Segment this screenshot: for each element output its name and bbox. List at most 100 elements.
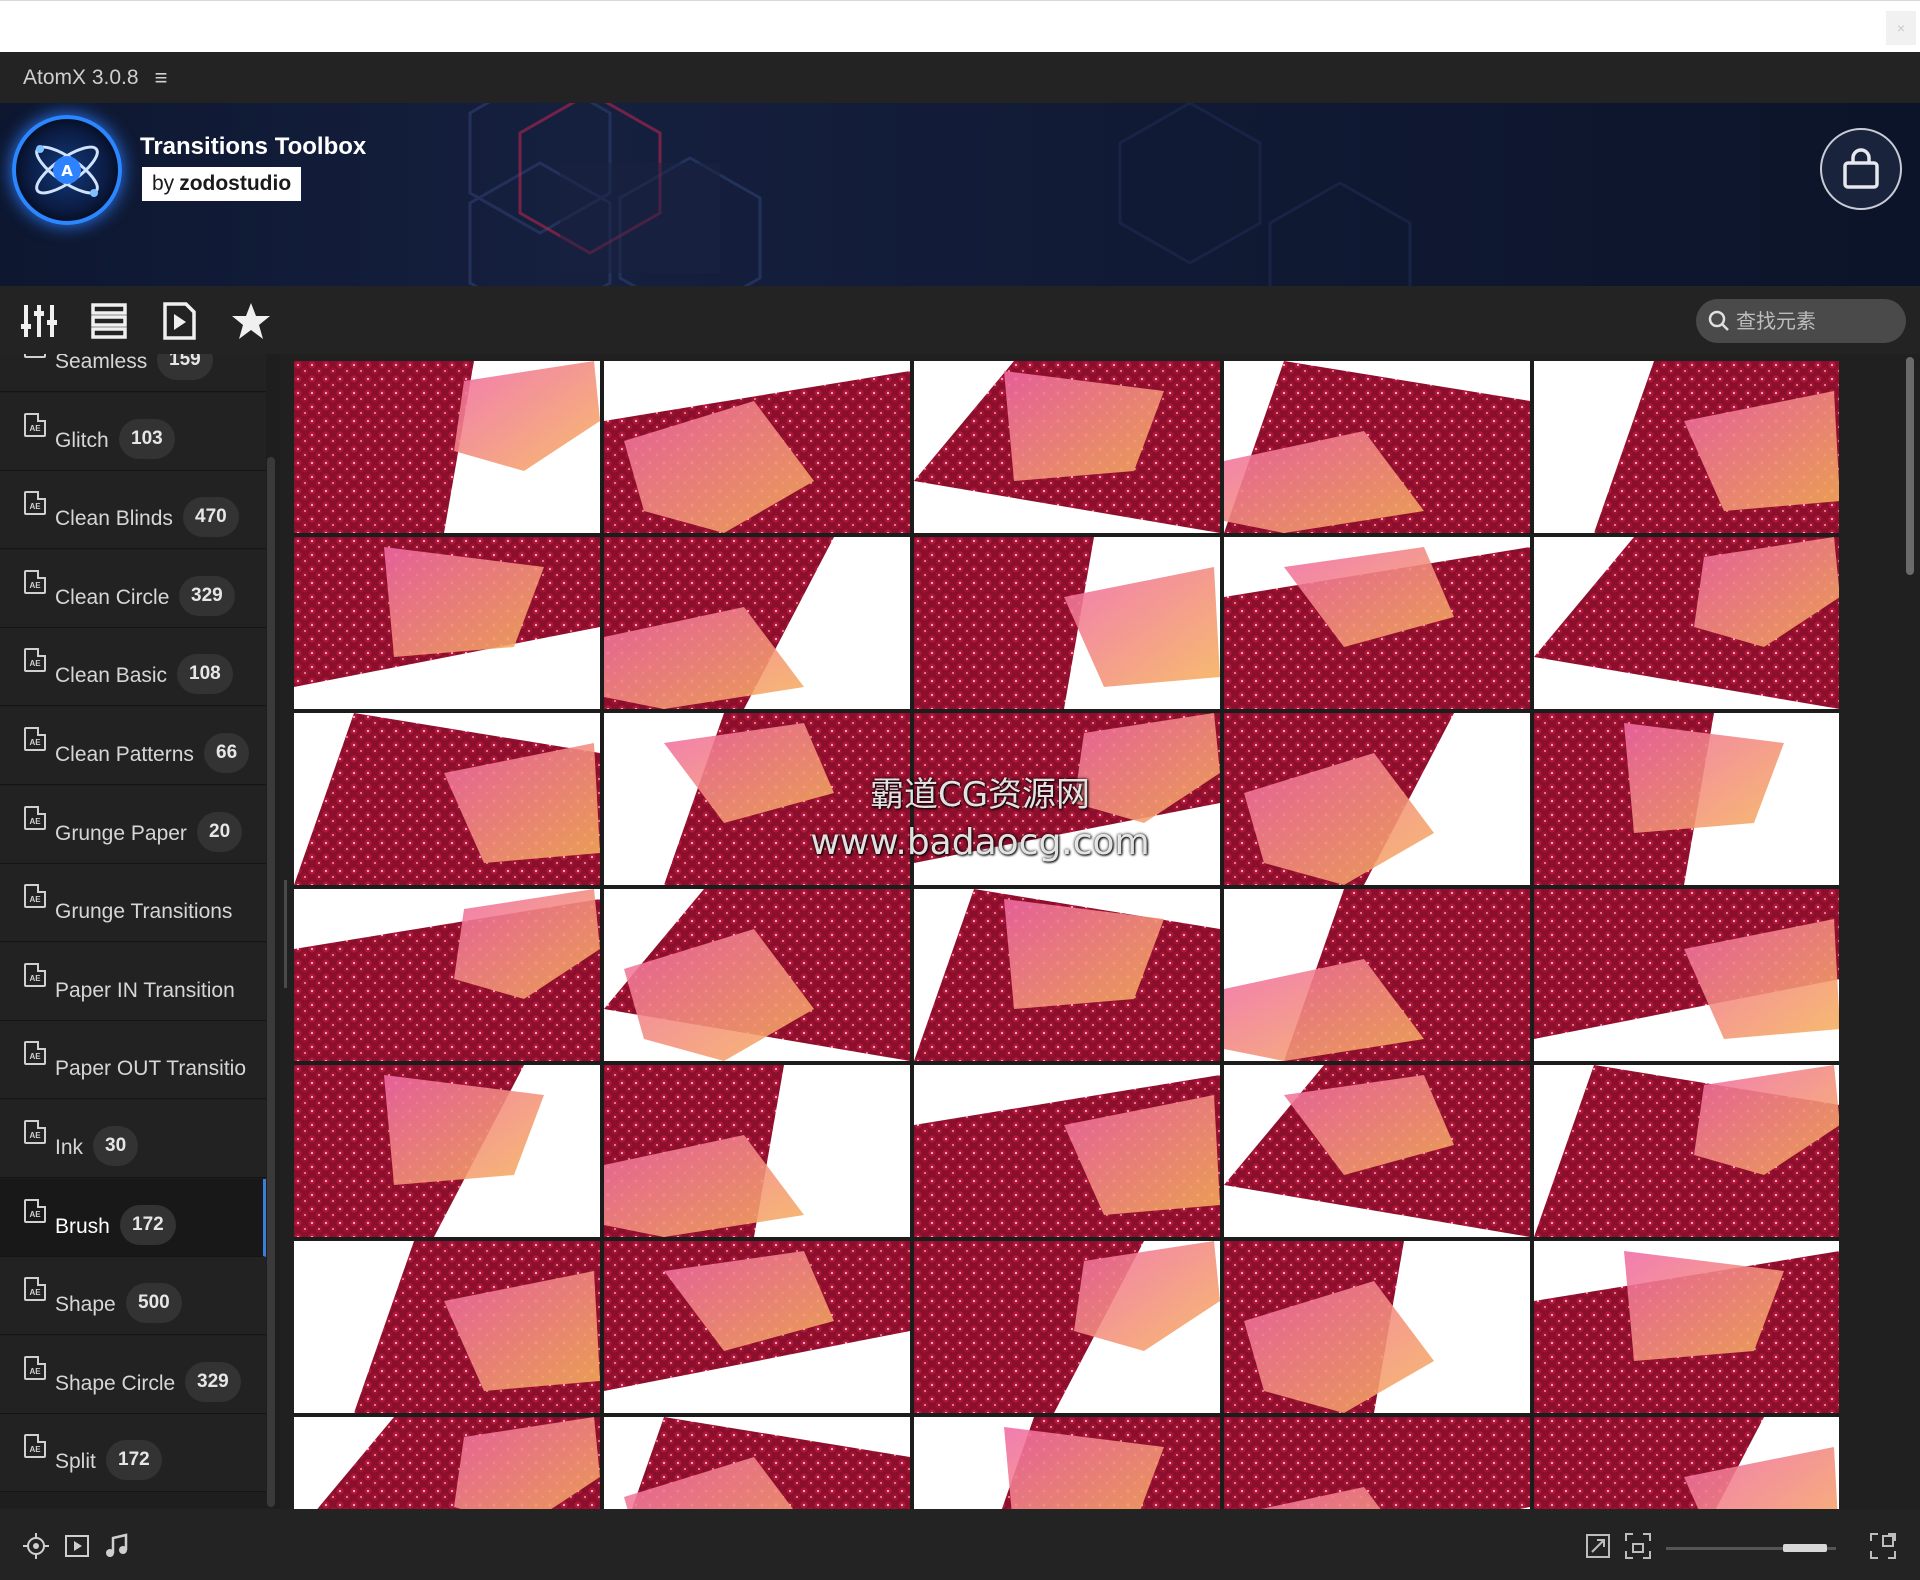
close-button[interactable]: × (1886, 11, 1916, 45)
transition-thumbnail[interactable] (1534, 1241, 1839, 1413)
sidebar-item-count: 20 (197, 812, 243, 852)
transition-thumbnail[interactable] (294, 1241, 600, 1413)
transition-thumbnail[interactable] (1224, 889, 1530, 1061)
sidebar-item-count: 66 (204, 733, 250, 773)
ae-file-icon: AE (24, 1356, 46, 1380)
transition-thumbnail[interactable] (1224, 1241, 1530, 1413)
sidebar-item[interactable]: AE Shape 500 (0, 1257, 266, 1335)
music-note-icon[interactable] (102, 1531, 132, 1561)
sidebar-item[interactable]: AE Seamless 159 (0, 354, 266, 392)
transition-thumbnail[interactable] (294, 889, 600, 1061)
pack-author-badge[interactable]: by zodostudio (142, 167, 302, 201)
sliders-icon[interactable] (18, 300, 60, 342)
fullscreen-icon[interactable] (1868, 1531, 1898, 1561)
sidebar-item[interactable]: AE Clean Basic 108 (0, 628, 266, 706)
store-button[interactable] (1820, 128, 1902, 210)
transition-thumbnail[interactable] (1534, 1417, 1839, 1509)
bottom-bar (0, 1509, 1920, 1580)
transition-grid (294, 361, 1839, 1509)
transition-thumbnail[interactable] (604, 1065, 910, 1237)
sidebar-resize-handle[interactable] (284, 880, 287, 988)
sidebar-item-label: Clean Patterns (55, 743, 194, 766)
transition-thumbnail[interactable] (294, 713, 600, 885)
sidebar-item-label: Shape Circle (55, 1372, 176, 1395)
author-name: zodostudio (179, 172, 292, 195)
grid-scrollbar[interactable] (1906, 357, 1914, 575)
sidebar-item[interactable]: AE Shape Circle 329 (0, 1336, 266, 1414)
video-file-icon[interactable] (158, 300, 200, 342)
transition-thumbnail[interactable] (294, 537, 600, 709)
transition-thumbnail[interactable] (1534, 713, 1839, 885)
ae-file-icon: AE (24, 1434, 46, 1458)
zoom-slider-handle[interactable] (1783, 1544, 1827, 1552)
sidebar-item[interactable]: AE Split 172 (0, 1414, 266, 1492)
ae-file-icon: AE (24, 1199, 46, 1223)
transition-thumbnail[interactable] (1534, 889, 1839, 1061)
search-input[interactable] (1736, 309, 1896, 333)
transition-thumbnail[interactable] (914, 889, 1220, 1061)
transition-thumbnail[interactable] (604, 361, 910, 533)
transition-thumbnail[interactable] (294, 361, 600, 533)
sidebar-item[interactable]: AE Grunge Paper 20 (0, 786, 266, 864)
transition-thumbnail[interactable] (914, 1241, 1220, 1413)
target-icon[interactable] (21, 1531, 51, 1561)
sidebar-item-label: Grunge Transitions (55, 900, 233, 923)
ae-file-icon: AE (24, 648, 46, 672)
author-prefix: by (152, 172, 175, 195)
transition-thumbnail[interactable] (914, 1417, 1220, 1509)
transition-thumbnail[interactable] (294, 1065, 600, 1237)
star-icon[interactable] (230, 300, 272, 342)
transition-thumbnail[interactable] (1224, 361, 1530, 533)
transition-thumbnail[interactable] (1224, 1417, 1530, 1509)
atomx-logo: A (12, 115, 122, 225)
transition-thumbnail[interactable] (604, 1241, 910, 1413)
sidebar-item[interactable]: AE Clean Circle 329 (0, 550, 266, 628)
sidebar-item[interactable]: AE Paper OUT Transitio (0, 1021, 266, 1099)
transition-thumbnail[interactable] (604, 1417, 910, 1509)
sidebar-item[interactable]: AE Grunge Transitions (0, 864, 266, 942)
sidebar-item-label: Paper IN Transition (55, 979, 235, 1002)
transition-thumbnail[interactable] (1534, 537, 1839, 709)
transition-thumbnail[interactable] (1534, 1065, 1839, 1237)
transition-thumbnail[interactable] (914, 537, 1220, 709)
sidebar-item-count: 30 (93, 1126, 139, 1166)
search-box[interactable] (1696, 299, 1906, 343)
category-sidebar: AE Seamless 159 AE Glitch 103 AE Clean Blinds 47… (0, 354, 280, 1508)
transition-thumbnail[interactable] (604, 537, 910, 709)
sidebar-scrollbar[interactable] (267, 457, 275, 1507)
sidebar-item-count: 172 (106, 1440, 162, 1480)
sidebar-item-count: 470 (183, 497, 239, 537)
fit-frame-icon[interactable] (1623, 1531, 1653, 1561)
transition-thumbnail[interactable] (294, 1417, 600, 1509)
main-toolbar (0, 286, 1920, 354)
sidebar-item-label: Brush (55, 1215, 110, 1238)
ae-file-icon: AE (24, 413, 46, 437)
sidebar-item[interactable]: AE Glitch 103 (0, 393, 266, 471)
sidebar-item-count: 159 (157, 354, 213, 380)
transition-thumbnail[interactable] (1224, 713, 1530, 885)
transition-thumbnail[interactable] (1224, 537, 1530, 709)
sidebar-item[interactable]: AE Paper IN Transition (0, 943, 266, 1021)
resize-icon[interactable] (1583, 1531, 1613, 1561)
sidebar-item-count: 108 (177, 654, 233, 694)
transition-thumbnail[interactable] (914, 361, 1220, 533)
sidebar-item-count: 172 (120, 1205, 176, 1245)
transition-thumbnail[interactable] (1224, 1065, 1530, 1237)
transition-thumbnail[interactable] (604, 889, 910, 1061)
hamburger-menu-icon[interactable]: ≡ (155, 65, 168, 91)
sidebar-item[interactable]: AE Brush 172 (0, 1179, 266, 1257)
transition-thumbnail[interactable] (914, 1065, 1220, 1237)
transition-thumbnail[interactable] (1534, 361, 1839, 533)
svg-text:A: A (61, 162, 73, 180)
sidebar-item[interactable]: AE Ink 30 (0, 1100, 266, 1178)
play-preview-icon[interactable] (62, 1531, 92, 1561)
list-icon[interactable] (88, 300, 130, 342)
watermark: 霸道CG资源网 www.badaocg.com (760, 767, 1200, 863)
shopping-bag-icon (1843, 148, 1879, 189)
sidebar-item[interactable]: AE Clean Patterns 66 (0, 707, 266, 785)
sidebar-item-label: Seamless (55, 354, 148, 373)
sidebar-item[interactable]: AE Clean Blinds 470 (0, 471, 266, 549)
app-root: × AtomX 3.0.8 ≡ A Transitions Toolbox by… (0, 0, 1920, 1580)
sidebar-item-label: Ink (55, 1136, 84, 1159)
sidebar-item-label: Clean Circle (55, 586, 170, 609)
